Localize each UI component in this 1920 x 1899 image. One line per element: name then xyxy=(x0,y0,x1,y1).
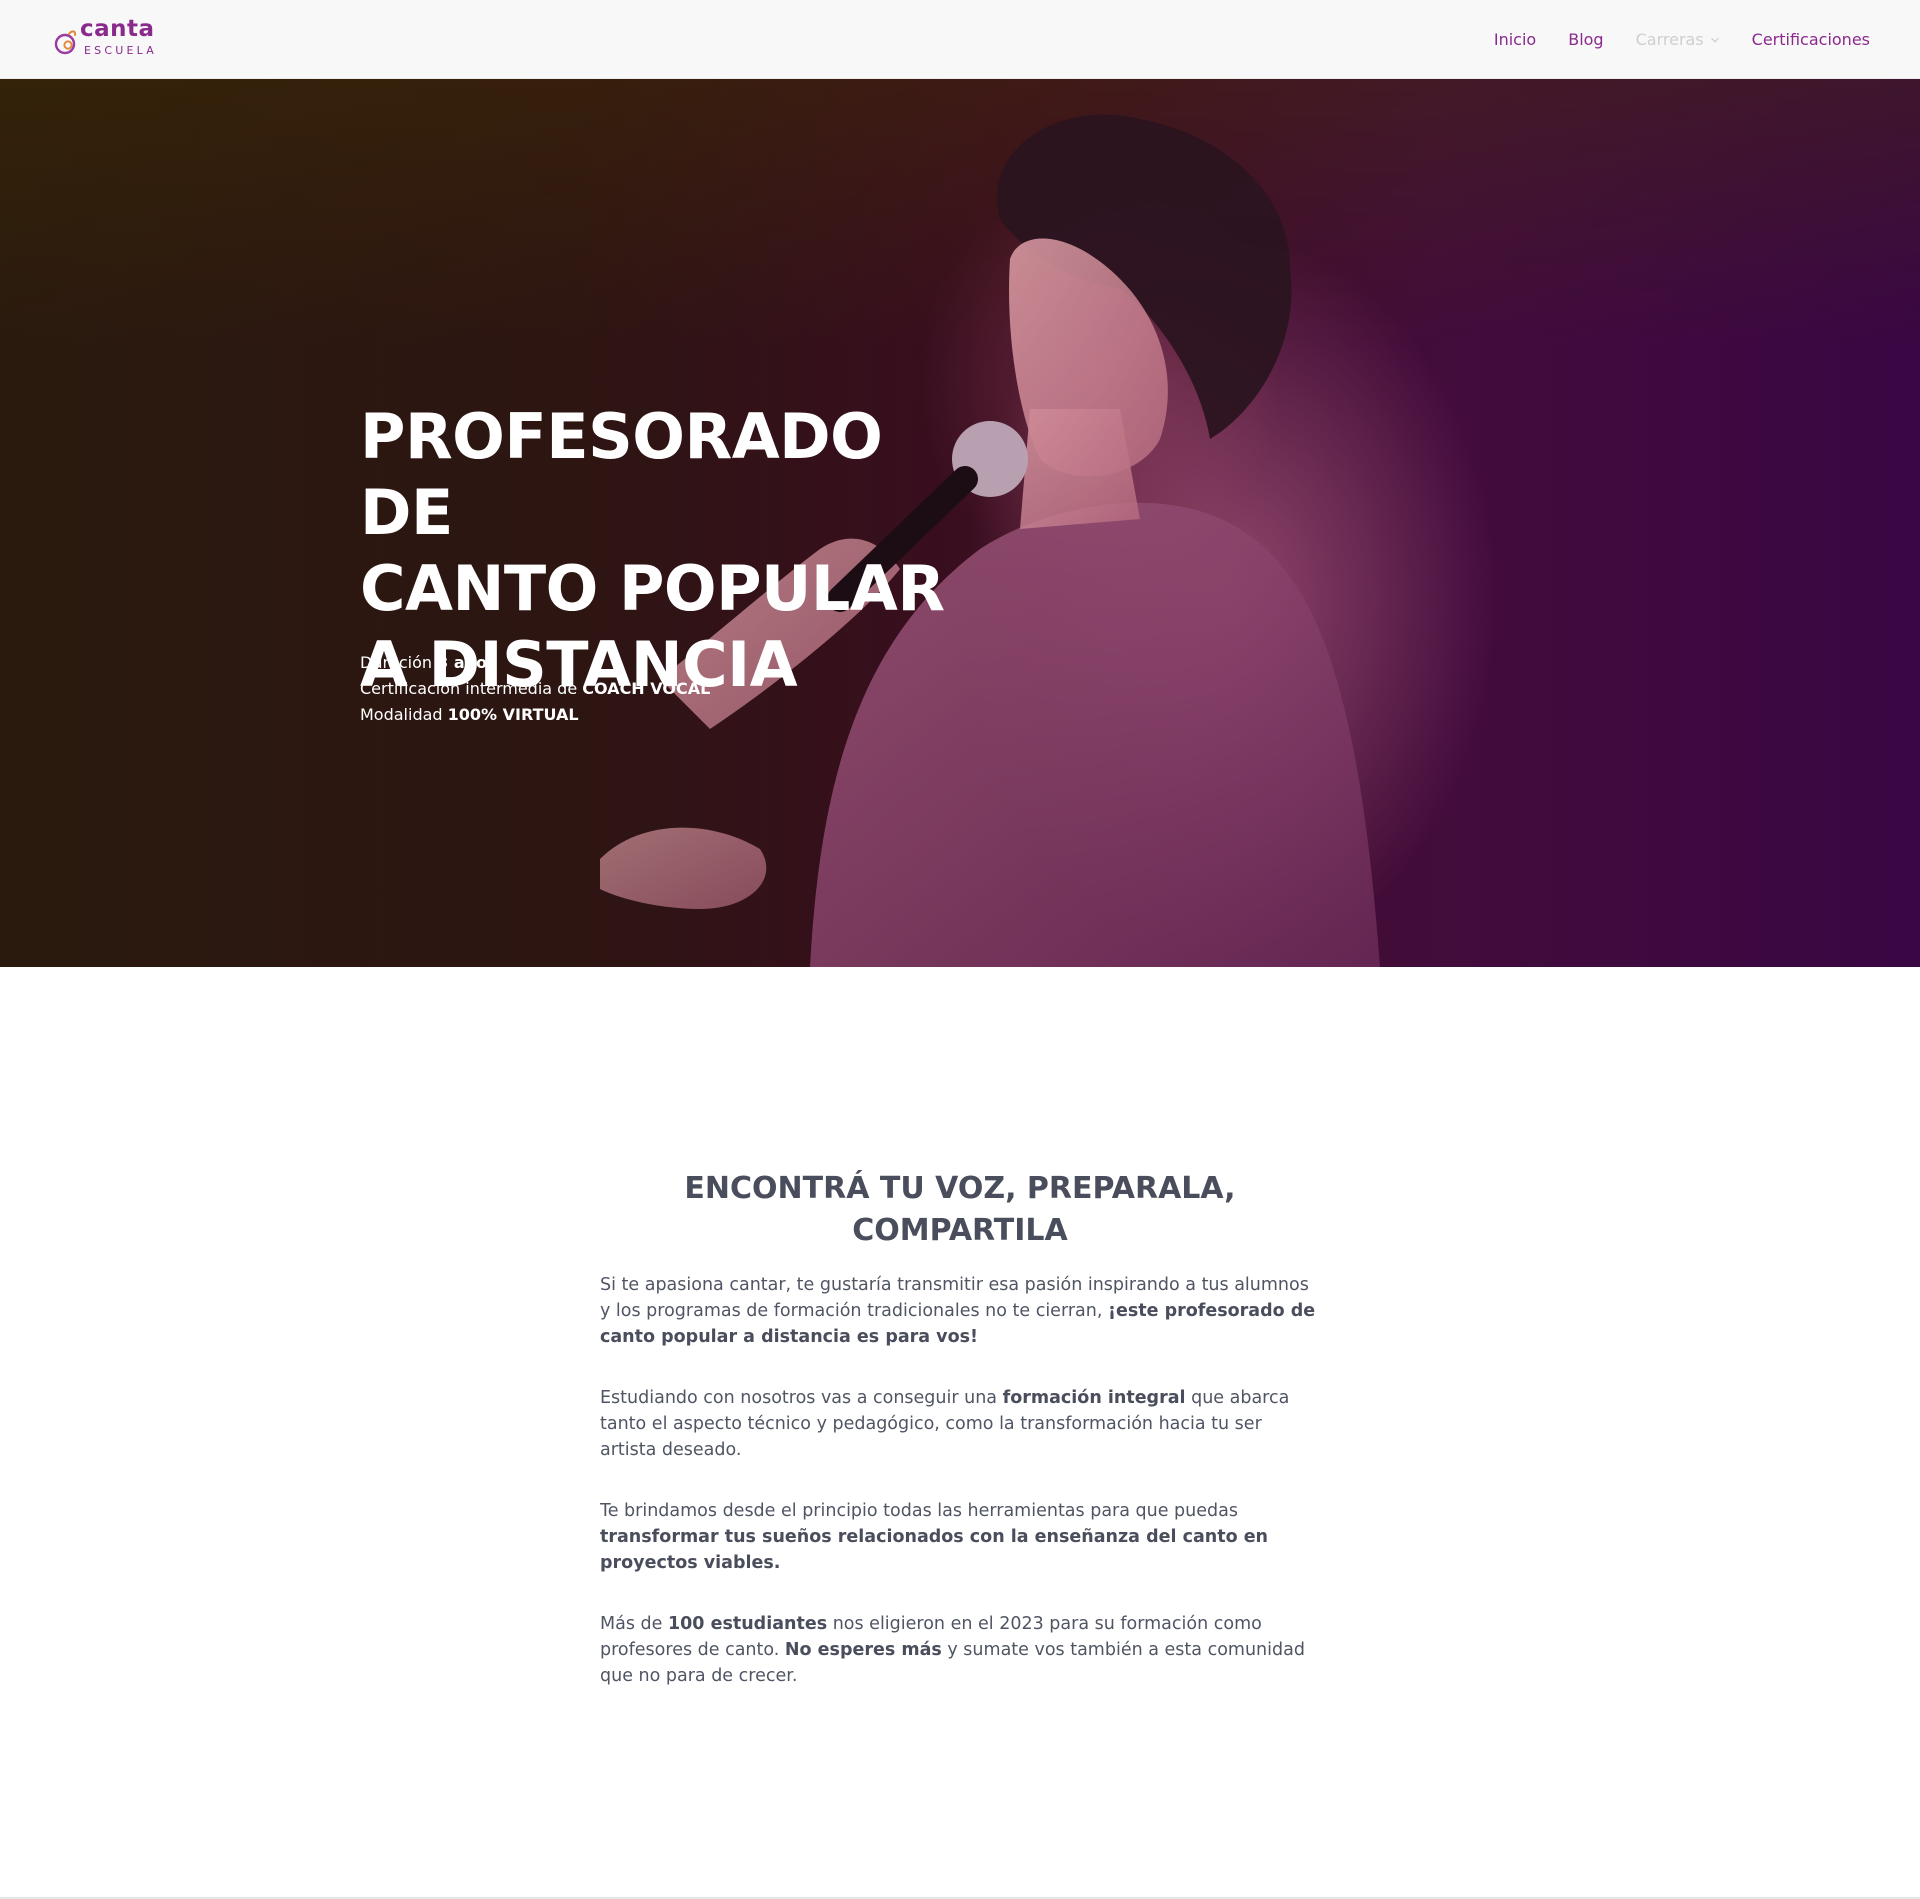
fact-modality: Modalidad 100% VIRTUAL xyxy=(360,702,920,728)
fact-label: Modalidad xyxy=(360,705,448,724)
logo-wordmark: canta xyxy=(80,16,155,42)
paragraph-emphasis: No esperes más xyxy=(784,1640,942,1660)
nav-item-label: Inicio xyxy=(1493,30,1537,49)
fact-duration: Duración 3 años xyxy=(360,650,920,676)
fact-label: Certificación intermedia de xyxy=(360,679,583,698)
fact-value: 100% VIRTUAL xyxy=(447,705,579,724)
nav-item-label: Carreras xyxy=(1635,30,1704,49)
fact-label: Duración xyxy=(360,653,438,672)
hero-facts: Duración 3 años Certificación intermedia… xyxy=(360,650,920,728)
hero-title-line: CANTO POPULAR xyxy=(360,552,945,625)
hero-section: PROFESORADO DE CANTO POPULAR A DISTANCIA… xyxy=(0,79,1920,967)
logo-mark-icon xyxy=(54,30,77,55)
paragraph-emphasis: 100 estudiantes xyxy=(667,1614,828,1634)
hero-title-line: PROFESORADO DE xyxy=(360,400,883,549)
intro-section: ENCONTRÁ TU VOZ, PREPARALA, COMPARTILA S… xyxy=(600,1168,1320,1724)
main-nav: Inicio Blog Carreras Certificaciones xyxy=(1494,0,1870,79)
nav-item-carreras[interactable]: Carreras xyxy=(1636,30,1720,49)
nav-item-label: Blog xyxy=(1568,30,1604,49)
nav-item-inicio[interactable]: Inicio xyxy=(1494,30,1536,49)
paragraph-emphasis: transformar tus sueños relacionados con … xyxy=(600,1527,1269,1573)
fact-value: COACH VOCAL xyxy=(582,679,711,698)
paragraph-text: Te brindamos desde el principio todas la… xyxy=(600,1501,1238,1521)
site-logo[interactable]: canta ESCUELA xyxy=(54,16,164,60)
intro-paragraph: Estudiando con nosotros vas a conseguir … xyxy=(600,1385,1320,1463)
intro-paragraph: Si te apasiona cantar, te gustaría trans… xyxy=(600,1272,1320,1350)
fact-certification: Certificación intermedia de COACH VOCAL xyxy=(360,676,920,702)
intro-title-line: ENCONTRÁ TU VOZ, PREPARALA, xyxy=(684,1171,1236,1206)
chevron-down-icon xyxy=(1710,37,1719,43)
paragraph-text: Estudiando con nosotros vas a conseguir … xyxy=(600,1388,1003,1408)
logo-subtitle: ESCUELA xyxy=(84,44,157,57)
intro-title-line: COMPARTILA xyxy=(852,1213,1068,1248)
intro-title: ENCONTRÁ TU VOZ, PREPARALA, COMPARTILA xyxy=(600,1168,1320,1252)
nav-item-label: Certificaciones xyxy=(1751,30,1870,49)
nav-item-blog[interactable]: Blog xyxy=(1568,30,1603,49)
nav-item-certificaciones[interactable]: Certificaciones xyxy=(1752,30,1870,49)
fact-value: 3 años xyxy=(437,653,497,672)
intro-paragraph: Más de 100 estudiantes nos eligieron en … xyxy=(600,1611,1320,1689)
paragraph-emphasis: formación integral xyxy=(1002,1388,1186,1408)
intro-paragraph: Te brindamos desde el principio todas la… xyxy=(600,1498,1320,1576)
paragraph-text: Más de xyxy=(600,1614,668,1634)
site-header: canta ESCUELA Inicio Blog Carreras Certi… xyxy=(0,0,1920,79)
